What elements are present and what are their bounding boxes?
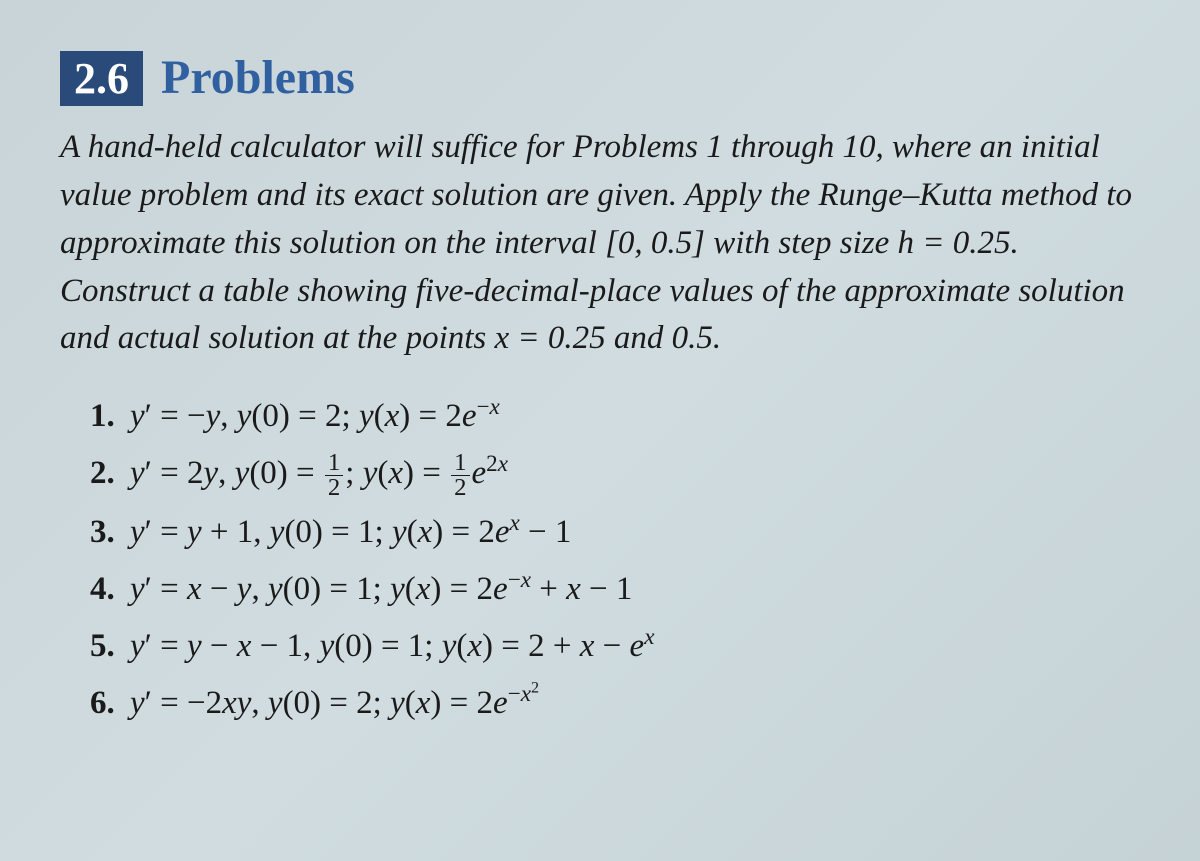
- problem-number: 3.: [90, 507, 120, 558]
- problem-number: 4.: [90, 564, 120, 615]
- problem-number: 5.: [90, 621, 120, 672]
- problem-equation: y′ = −2xy, y(0) = 2; y(x) = 2e−x2: [130, 678, 539, 729]
- problem-number: 1.: [90, 391, 120, 442]
- problems-list: 1. y′ = −y, y(0) = 2; y(x) = 2e−x 2. y′ …: [60, 391, 1140, 729]
- problem-number: 2.: [90, 448, 120, 499]
- problem-item: 6. y′ = −2xy, y(0) = 2; y(x) = 2e−x2: [90, 678, 1140, 729]
- problem-item: 2. y′ = 2y, y(0) = 12; y(x) = 12e2x: [90, 448, 1140, 501]
- problem-item: 5. y′ = y − x − 1, y(0) = 1; y(x) = 2 + …: [90, 621, 1140, 672]
- problem-equation: y′ = x − y, y(0) = 1; y(x) = 2e−x + x − …: [130, 564, 632, 615]
- section-title: Problems: [161, 50, 355, 105]
- problem-equation: y′ = y + 1, y(0) = 1; y(x) = 2ex − 1: [130, 507, 571, 558]
- problem-item: 4. y′ = x − y, y(0) = 1; y(x) = 2e−x + x…: [90, 564, 1140, 615]
- section-header: 2.6 Problems: [60, 50, 1140, 106]
- problem-equation: y′ = −y, y(0) = 2; y(x) = 2e−x: [130, 391, 500, 442]
- problem-number: 6.: [90, 678, 120, 729]
- instructions-text: A hand-held calculator will suffice for …: [60, 124, 1140, 363]
- problem-item: 3. y′ = y + 1, y(0) = 1; y(x) = 2ex − 1: [90, 507, 1140, 558]
- problem-equation: y′ = y − x − 1, y(0) = 1; y(x) = 2 + x −…: [130, 621, 654, 672]
- problem-item: 1. y′ = −y, y(0) = 2; y(x) = 2e−x: [90, 391, 1140, 442]
- problem-equation: y′ = 2y, y(0) = 12; y(x) = 12e2x: [130, 448, 508, 501]
- section-number: 2.6: [60, 51, 143, 106]
